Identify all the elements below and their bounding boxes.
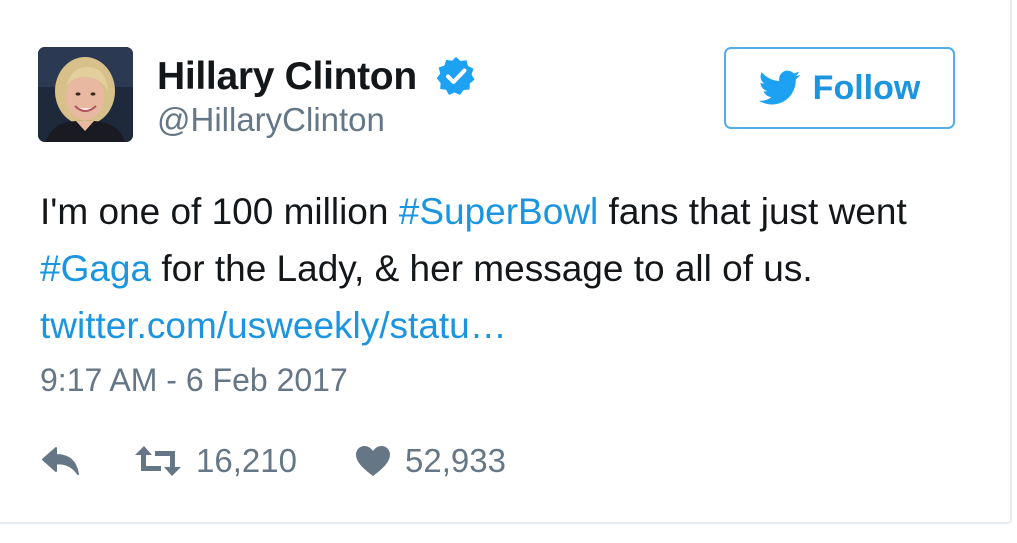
- retweet-count: 16,210: [196, 442, 297, 479]
- tweet-text-segment: I'm one of 100 million: [40, 191, 399, 232]
- tweet-timestamp[interactable]: 9:17 AM - 6 Feb 2017: [40, 362, 348, 399]
- follow-button[interactable]: Follow: [724, 47, 955, 129]
- retweet-button[interactable]: 16,210: [134, 438, 297, 484]
- hashtag-gaga-link[interactable]: #Gaga: [40, 248, 151, 289]
- tweet-text-segment: fans that just went: [598, 191, 907, 232]
- hashtag-superbowl-link[interactable]: #SuperBowl: [399, 191, 599, 232]
- heart-icon: [355, 445, 391, 477]
- retweet-icon: [134, 445, 182, 477]
- reply-button[interactable]: [40, 438, 82, 484]
- twitter-bird-icon: [758, 70, 801, 106]
- reply-icon: [40, 444, 82, 478]
- tweet-text-segment: for the Lady, & her message to all of us…: [151, 248, 813, 289]
- author-avatar[interactable]: [38, 47, 133, 142]
- verified-badge-icon: [436, 56, 476, 96]
- author-handle[interactable]: @HillaryClinton: [157, 101, 385, 139]
- like-count: 52,933: [405, 442, 506, 479]
- like-button[interactable]: 52,933: [355, 438, 506, 484]
- author-name[interactable]: Hillary Clinton: [157, 55, 417, 99]
- follow-label: Follow: [812, 68, 921, 107]
- tweet-url-link[interactable]: twitter.com/usweekly/statu…: [40, 305, 507, 346]
- tweet-text: I'm one of 100 million #SuperBowl fans t…: [40, 183, 970, 354]
- tweet-card: Hillary Clinton @HillaryClinton Follow I…: [0, 0, 1012, 524]
